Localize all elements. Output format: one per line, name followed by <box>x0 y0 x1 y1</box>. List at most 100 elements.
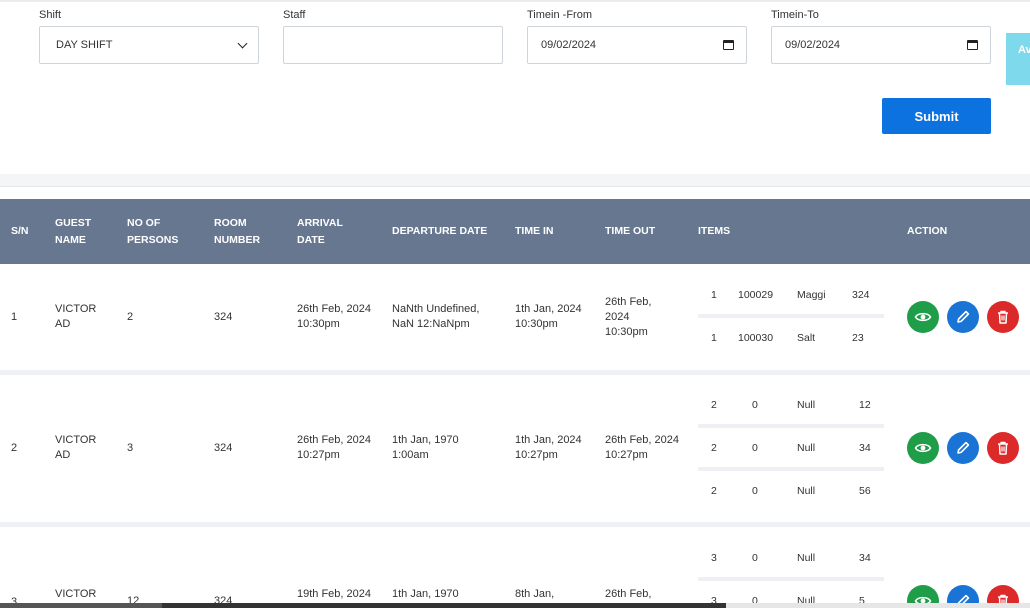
cell-persons: 12 <box>127 595 140 603</box>
edit-button[interactable] <box>947 432 979 464</box>
col-time-out: TIME OUT <box>605 225 656 237</box>
item-code: 0 <box>752 442 758 454</box>
timein-from-label: Timein -From <box>527 9 592 21</box>
cell-guest-name: VICTOR AD <box>55 434 97 461</box>
cell-departure: NaNth Undefined, NaN 12:NaNpm <box>392 303 480 330</box>
item-name: Null <box>797 399 816 411</box>
view-button[interactable] <box>907 585 939 603</box>
cell-time-out: 26th Feb, 2024 10:27pm <box>605 434 680 461</box>
delete-button[interactable] <box>987 585 1019 603</box>
item-qty: 1 <box>711 289 717 301</box>
calendar-icon[interactable] <box>723 40 734 50</box>
calendar-icon[interactable] <box>967 40 978 50</box>
item-line: 1 100030 Salt 23 <box>698 332 884 346</box>
col-room-number: ROOM NUMBER <box>214 216 261 246</box>
col-persons: NO OF PERSONS <box>127 216 179 246</box>
item-code: 100030 <box>738 332 774 344</box>
edit-button[interactable] <box>947 585 979 603</box>
cell-departure: 1th Jan, 1970 <box>392 588 459 600</box>
pencil-icon <box>957 441 970 454</box>
item-qty: 2 <box>711 485 717 497</box>
eye-icon <box>914 596 932 603</box>
cell-sn: 1 <box>11 311 18 323</box>
col-time-in: TIME IN <box>515 225 554 237</box>
col-items: ITEMS <box>698 225 731 237</box>
trash-icon <box>998 441 1008 455</box>
item-amount: 23 <box>852 332 864 344</box>
cell-arrival: 19th Feb, 2024 <box>297 588 372 600</box>
shift-select[interactable]: DAY SHIFT <box>39 26 259 64</box>
trash-icon <box>998 594 1008 603</box>
col-guest-name: GUEST NAME <box>55 216 92 246</box>
delete-button[interactable] <box>987 432 1019 464</box>
timein-to-date-input[interactable]: 09/02/2024 <box>771 26 991 64</box>
table-row: 2 VICTOR AD 3 324 26th Feb, 2024 10:27pm… <box>0 375 1030 522</box>
item-qty: 1 <box>711 332 717 344</box>
shift-filter: Shift DAY SHIFT <box>39 8 259 64</box>
timein-to-value: 09/02/2024 <box>785 39 841 51</box>
item-amount: 324 <box>852 289 870 301</box>
pencil-icon <box>957 594 970 603</box>
cell-persons: 2 <box>127 311 134 323</box>
cell-time-out: 26th Feb, 2024 10:30pm <box>605 296 652 338</box>
submit-button[interactable]: Submit <box>882 98 991 134</box>
staff-label: Staff <box>283 9 306 21</box>
item-qty: 2 <box>711 442 717 454</box>
item-qty: 2 <box>711 399 717 411</box>
col-action: ACTION <box>907 225 948 237</box>
availability-button[interactable]: Av R <box>1006 33 1030 85</box>
cell-room: 324 <box>214 595 233 603</box>
item-name: Null <box>797 442 816 454</box>
timein-from-date-input[interactable]: 09/02/2024 <box>527 26 747 64</box>
item-amount: 34 <box>859 442 871 454</box>
cell-departure: 1th Jan, 1970 1:00am <box>392 434 459 461</box>
eye-icon <box>914 312 932 322</box>
item-code: 100029 <box>738 289 774 301</box>
item-amount: 34 <box>859 552 871 564</box>
shift-selected-value: DAY SHIFT <box>56 39 113 51</box>
edit-button[interactable] <box>947 301 979 333</box>
item-amount: 12 <box>859 399 871 411</box>
trash-icon <box>998 310 1008 324</box>
col-arrival-date: ARRIVAL DATE <box>297 216 343 246</box>
cell-persons: 3 <box>127 442 134 454</box>
item-qty: 3 <box>711 552 717 564</box>
chevron-down-icon <box>237 38 248 48</box>
cell-guest-name: VICTOR <box>55 588 97 600</box>
item-qty: 3 <box>711 595 717 603</box>
cell-time-in: 8th Jan, <box>515 588 555 600</box>
item-divider <box>698 314 884 318</box>
cell-guest-name: VICTOR AD <box>55 303 97 330</box>
item-amount: 56 <box>859 485 871 497</box>
section-divider <box>0 174 1030 187</box>
staff-filter: Staff <box>283 8 503 64</box>
item-line: 2 0 Null 34 <box>698 442 884 456</box>
item-name: Null <box>797 595 816 603</box>
cell-time-in: 1th Jan, 2024 10:27pm <box>515 434 582 461</box>
col-departure-date: DEPARTURE DATE <box>392 225 488 237</box>
horizontal-scrollbar[interactable] <box>0 603 1030 608</box>
item-line: 2 0 Null 12 <box>698 399 884 413</box>
item-code: 0 <box>752 399 758 411</box>
view-button[interactable] <box>907 432 939 464</box>
table-header: S/N GUEST NAME NO OF PERSONS ROOM NUMBER… <box>0 199 1030 264</box>
top-divider <box>0 0 1030 2</box>
staff-input[interactable] <box>283 26 503 64</box>
col-sn: S/N <box>11 225 29 237</box>
view-button[interactable] <box>907 301 939 333</box>
timein-from-filter: Timein -From 09/02/2024 <box>527 8 747 64</box>
delete-button[interactable] <box>987 301 1019 333</box>
cell-arrival: 26th Feb, 2024 10:27pm <box>297 434 372 461</box>
cell-time-in: 1th Jan, 2024 10:30pm <box>515 303 582 330</box>
eye-icon <box>914 443 932 453</box>
item-line: 3 0 Null 34 <box>698 552 884 566</box>
timein-to-label: Timein-To <box>771 9 819 21</box>
item-code: 0 <box>752 595 758 603</box>
item-name: Null <box>797 552 816 564</box>
cell-room: 324 <box>214 311 233 323</box>
cell-sn: 3 <box>11 596 18 603</box>
item-name: Null <box>797 485 816 497</box>
table-row: 1 VICTOR AD 2 324 26th Feb, 2024 10:30pm… <box>0 264 1030 370</box>
scrollbar-thumb[interactable] <box>162 603 726 608</box>
pencil-icon <box>957 310 970 323</box>
